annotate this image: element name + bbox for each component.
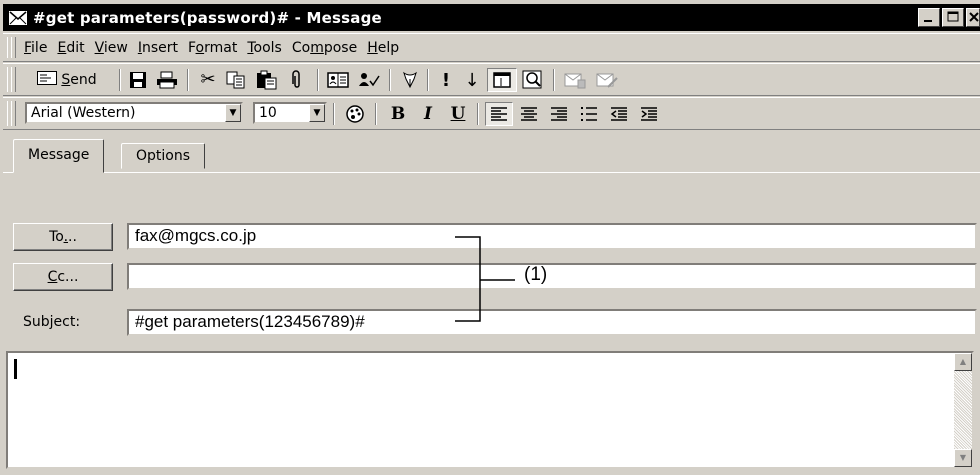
font-name-value: Arial (Western) xyxy=(31,105,136,121)
tab-message[interactable]: Message xyxy=(13,139,105,173)
toolbar-grip[interactable] xyxy=(11,67,16,92)
flag-button[interactable] xyxy=(397,68,423,92)
cc-button[interactable]: Cc... xyxy=(13,263,113,291)
menu-view[interactable]: View xyxy=(90,38,133,58)
print-button[interactable] xyxy=(153,68,181,92)
paste-icon xyxy=(257,70,277,90)
flag-icon xyxy=(403,71,417,89)
align-left-icon xyxy=(491,107,507,121)
to-field[interactable]: fax@mgcs.co.jp xyxy=(127,223,977,250)
close-icon xyxy=(969,12,979,22)
sign-button[interactable] xyxy=(561,68,589,92)
help-button[interactable] xyxy=(519,68,547,92)
bullets-button[interactable] xyxy=(575,102,603,126)
save-button[interactable] xyxy=(125,68,151,92)
copy-button[interactable] xyxy=(223,68,249,92)
palette-icon xyxy=(346,105,364,123)
menu-tools[interactable]: Tools xyxy=(242,38,287,58)
font-size-dropdown[interactable]: 10 ▼ xyxy=(253,102,327,124)
font-color-button[interactable] xyxy=(341,102,369,126)
menu-help[interactable]: Help xyxy=(362,38,404,58)
standard-toolbar: Send ✂ ! ↓ xyxy=(3,63,980,96)
attach-icon xyxy=(292,70,300,88)
minimize-button[interactable] xyxy=(918,8,940,27)
toolbar-grip[interactable] xyxy=(11,101,16,126)
paste-button[interactable] xyxy=(253,68,281,92)
chevron-down-icon[interactable]: ▼ xyxy=(225,104,241,122)
align-right-icon xyxy=(551,107,567,121)
header-fields: To... fax@mgcs.co.jp Cc... Subject: #get… xyxy=(3,204,980,346)
cut-button[interactable]: ✂ xyxy=(195,68,221,92)
send-icon xyxy=(37,71,58,89)
callout-label: (1) xyxy=(524,264,548,285)
subject-label: Subject: xyxy=(23,314,81,330)
close-button[interactable] xyxy=(966,8,980,27)
chevron-down-icon[interactable]: ▼ xyxy=(309,104,325,122)
decrease-indent-button[interactable] xyxy=(605,102,633,126)
bullet-list-icon xyxy=(581,107,597,121)
message-tabs: Message Options xyxy=(3,131,980,173)
message-body[interactable]: ▲ ▼ xyxy=(6,351,974,469)
low-importance-button[interactable]: ↓ xyxy=(461,68,483,92)
maximize-icon xyxy=(947,11,959,22)
increase-indent-button[interactable] xyxy=(635,102,663,126)
to-button[interactable]: To... xyxy=(13,223,113,251)
underline-button[interactable]: U xyxy=(445,102,471,126)
scroll-down-button[interactable]: ▼ xyxy=(954,449,972,467)
save-icon xyxy=(130,72,146,88)
menu-edit[interactable]: Edit xyxy=(52,38,89,58)
check-names-icon xyxy=(359,73,380,87)
address-book-icon xyxy=(327,72,349,88)
menu-format[interactable]: Format xyxy=(183,38,242,58)
menu-compose[interactable]: Compose xyxy=(287,38,362,58)
scroll-up-button[interactable]: ▲ xyxy=(954,353,972,371)
align-left-button[interactable] xyxy=(485,102,513,126)
high-importance-button[interactable]: ! xyxy=(435,68,457,92)
font-size-value: 10 xyxy=(259,105,277,121)
send-button[interactable]: Send xyxy=(19,68,115,92)
high-importance-icon: ! xyxy=(441,69,451,91)
toolbar-grip[interactable] xyxy=(11,37,16,58)
copy-icon xyxy=(226,71,245,89)
menu-insert[interactable]: Insert xyxy=(133,38,183,58)
title-bar[interactable]: #get parameters(password)# - Message xyxy=(3,4,980,31)
encrypt-icon xyxy=(596,73,618,88)
cut-icon: ✂ xyxy=(200,69,216,90)
subject-field[interactable]: #get parameters(123456789)# xyxy=(127,309,977,336)
menu-bar: File Edit View Insert Format Tools Compo… xyxy=(3,33,980,62)
sign-icon xyxy=(564,73,586,89)
cc-field[interactable] xyxy=(127,263,977,290)
maximize-button[interactable] xyxy=(942,8,964,27)
text-caret xyxy=(14,359,17,379)
tab-options[interactable]: Options xyxy=(121,143,206,169)
italic-button[interactable]: I xyxy=(415,102,441,126)
properties-icon xyxy=(493,72,511,88)
low-importance-icon: ↓ xyxy=(464,69,480,91)
properties-button[interactable] xyxy=(487,68,517,92)
attach-button[interactable] xyxy=(285,68,309,92)
encrypt-button[interactable] xyxy=(593,68,621,92)
align-center-icon xyxy=(521,107,537,121)
address-book-button[interactable] xyxy=(325,68,351,92)
vertical-scrollbar[interactable]: ▲ ▼ xyxy=(954,353,972,467)
menu-file[interactable]: File xyxy=(19,38,52,58)
align-center-button[interactable] xyxy=(515,102,543,126)
align-right-button[interactable] xyxy=(545,102,573,126)
increase-indent-icon xyxy=(641,107,657,121)
envelope-icon xyxy=(9,10,27,25)
formatting-toolbar: Arial (Western) ▼ 10 ▼ B I U xyxy=(3,97,980,130)
font-name-dropdown[interactable]: Arial (Western) ▼ xyxy=(25,102,243,124)
check-names-button[interactable] xyxy=(355,68,383,92)
minimize-icon xyxy=(924,20,932,22)
decrease-indent-icon xyxy=(610,107,627,121)
message-window: #get parameters(password)# - Message Fil… xyxy=(0,0,980,475)
bold-button[interactable]: B xyxy=(385,102,411,126)
window-title: #get parameters(password)# - Message xyxy=(33,8,382,27)
print-icon xyxy=(157,71,177,89)
help-icon xyxy=(522,70,542,89)
